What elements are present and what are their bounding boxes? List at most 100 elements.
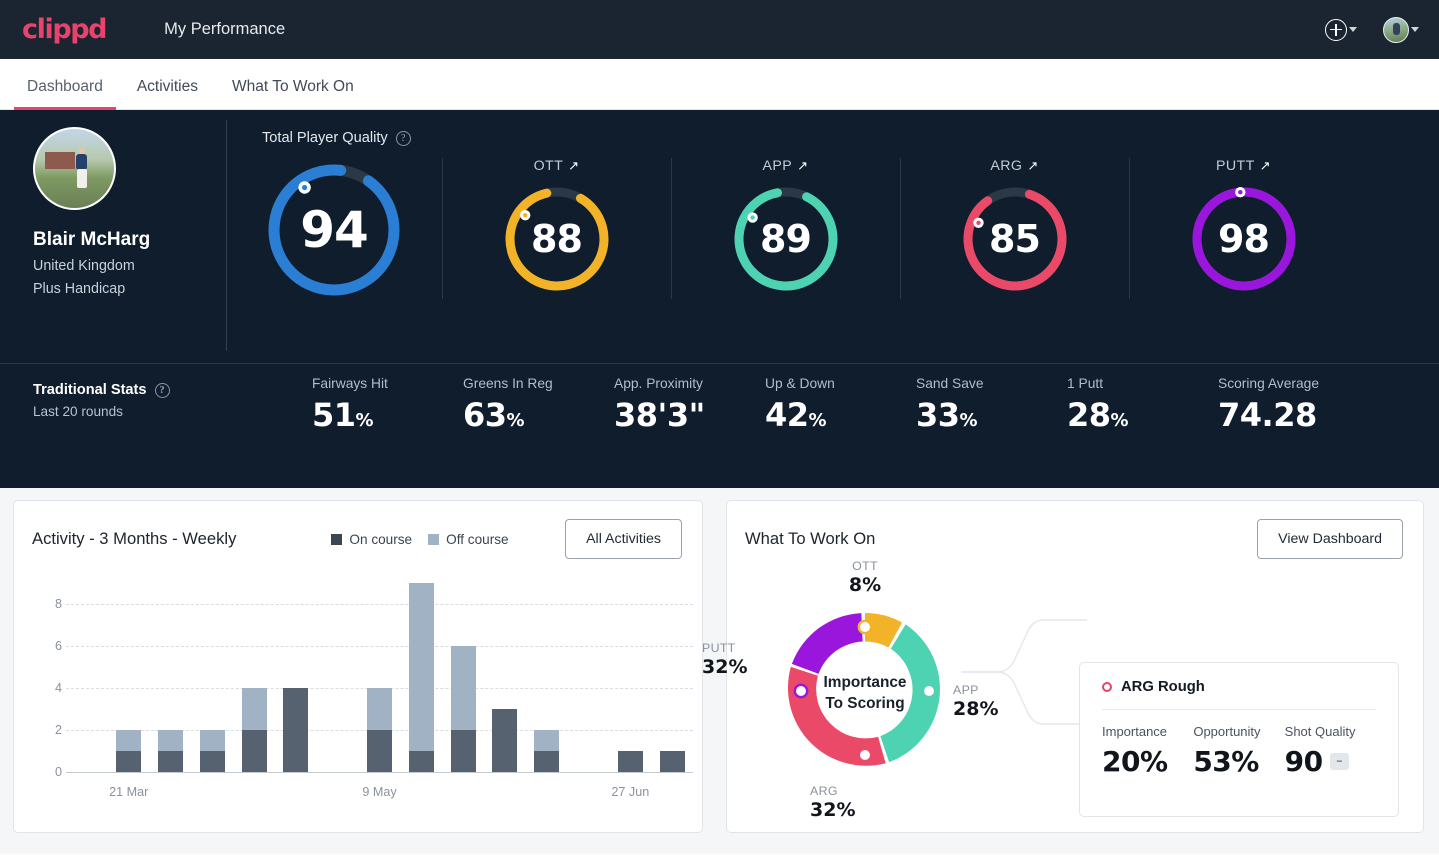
stat-app-proximity: App. Proximity 38'3" [614, 376, 765, 434]
chart-bar-stack[interactable] [366, 583, 392, 772]
bar-segment-off-course[interactable] [116, 730, 142, 751]
chart-bar-slot[interactable] [359, 583, 401, 772]
main-tabs: Dashboard Activities What To Work On [0, 59, 1439, 110]
view-dashboard-button[interactable]: View Dashboard [1257, 519, 1403, 559]
bar-segment-on-course[interactable] [450, 730, 476, 772]
chart-bar-slot[interactable] [484, 583, 526, 772]
legend-off-course: Off course [428, 532, 509, 547]
chart-bar-stack[interactable] [116, 583, 142, 772]
tab-dashboard[interactable]: Dashboard [10, 78, 120, 110]
bar-segment-off-course[interactable] [450, 646, 476, 730]
bar-segment-on-course[interactable] [116, 751, 142, 772]
gauge-ott[interactable]: OTT ↗ 88 [442, 154, 671, 299]
bar-segment-on-course[interactable] [659, 751, 685, 772]
account-menu[interactable] [1383, 16, 1419, 43]
stat-number: 74.28 [1218, 396, 1317, 434]
chart-bar-slot[interactable] [442, 583, 484, 772]
gauge-putt[interactable]: PUTT ↗ 98 [1129, 154, 1358, 299]
chart-bar-stack[interactable] [534, 583, 560, 772]
importance-donut[interactable]: Importance To Scoring OTT 8% APP 28% ARG… [702, 559, 998, 821]
wtwo-card-title: What To Work On [745, 529, 876, 548]
gauge-value-putt: 98 [1218, 217, 1270, 261]
chart-bar-slot[interactable] [651, 583, 693, 772]
y-axis-tick: 4 [54, 681, 62, 695]
tab-what-to-work-on[interactable]: What To Work On [215, 78, 371, 109]
plus-circle-icon[interactable] [1325, 18, 1347, 41]
player-name: Blair McHarg [33, 229, 151, 250]
chart-bar-slot[interactable] [526, 583, 568, 772]
bar-segment-off-course[interactable] [157, 730, 183, 751]
chart-bar-stack[interactable] [576, 583, 601, 772]
activity-card-title: Activity - 3 Months - Weekly [32, 529, 237, 548]
bar-segment-on-course[interactable] [617, 751, 643, 772]
gauge-ring-total: 94 [262, 158, 406, 302]
chart-bar-slot[interactable] [233, 583, 275, 772]
gauge-label-putt: PUTT ↗ [1216, 158, 1271, 174]
x-axis-tick: 27 Jun [611, 785, 650, 799]
chart-bar-slot[interactable] [609, 583, 651, 772]
chart-bar-stack[interactable] [617, 583, 643, 772]
add-menu[interactable] [1325, 18, 1357, 41]
stat-value: 42% [765, 396, 916, 434]
gauge-total-player-quality[interactable]: 94 [226, 154, 442, 302]
gauge-ring-arg: 85 [959, 183, 1071, 295]
profile-photo[interactable] [33, 127, 116, 210]
bar-segment-off-course[interactable] [199, 730, 225, 751]
stat-label: Fairways Hit [312, 376, 388, 391]
chart-bar-slot[interactable] [66, 583, 108, 772]
stat-label: Sand Save [916, 376, 984, 391]
app-logo[interactable]: clippd [22, 14, 108, 45]
chart-bar-slot[interactable] [400, 583, 442, 772]
chart-bar-stack[interactable] [283, 583, 309, 772]
tab-activities[interactable]: Activities [120, 78, 215, 109]
bar-segment-on-course[interactable] [366, 730, 392, 772]
bar-segment-on-course[interactable] [534, 751, 560, 772]
chart-bar-slot[interactable] [568, 583, 610, 772]
player-handicap: Plus Handicap [33, 281, 126, 297]
bar-segment-off-course[interactable] [408, 583, 434, 751]
detail-card-arg-rough[interactable]: ARG Rough Importance 20% Opportunity 53%… [1079, 662, 1399, 817]
chart-bar-stack[interactable] [241, 583, 267, 772]
user-avatar-icon[interactable] [1383, 16, 1409, 43]
chart-bar-stack[interactable] [199, 583, 225, 772]
gauge-arg[interactable]: ARG ↗ 85 [900, 154, 1129, 299]
performance-hero: Blair McHarg United Kingdom Plus Handica… [0, 110, 1439, 488]
gauge-ring-ott: 88 [501, 183, 613, 295]
chart-bar-slot[interactable] [108, 583, 150, 772]
stat-sand-save: Sand Save 33% [916, 376, 1067, 434]
chart-bar-stack[interactable] [325, 583, 350, 772]
help-circle-icon[interactable]: ? [395, 130, 411, 146]
chart-bar-slot[interactable] [191, 583, 233, 772]
chart-bar-stack[interactable] [408, 583, 434, 772]
bar-segment-off-course[interactable] [366, 688, 392, 730]
bar-segment-on-course[interactable] [199, 751, 225, 772]
chart-bar-stack[interactable] [492, 583, 518, 772]
help-circle-icon[interactable]: ? [154, 382, 170, 398]
bar-segment-on-course[interactable] [241, 730, 267, 772]
bar-segment-off-course[interactable] [534, 730, 560, 751]
circle-outline-icon [1102, 682, 1112, 692]
chart-bar-slot[interactable] [150, 583, 192, 772]
chart-bar-stack[interactable] [74, 583, 99, 772]
chart-bar-slot[interactable] [317, 583, 359, 772]
chevron-down-icon[interactable] [1411, 27, 1419, 32]
chart-bar-stack[interactable] [157, 583, 183, 772]
chevron-down-icon[interactable] [1349, 27, 1357, 32]
chart-bar-stack[interactable] [659, 583, 685, 772]
chart-bar-slot[interactable] [275, 583, 317, 772]
top-navigation-bar: clippd My Performance [0, 0, 1439, 59]
traditional-stats-subtitle: Last 20 rounds [33, 404, 123, 419]
stat-value: 63% [463, 396, 614, 434]
trend-up-icon: ↗ [1027, 158, 1039, 173]
bar-segment-on-course[interactable] [157, 751, 183, 772]
all-activities-button[interactable]: All Activities [565, 519, 682, 559]
chart-bar-stack[interactable] [450, 583, 476, 772]
bar-segment-on-course[interactable] [492, 709, 518, 772]
quality-section: Total Player Quality ? 94 OTT ↗ 88 APP ↗… [226, 110, 1439, 363]
bar-segment-off-course[interactable] [241, 688, 267, 730]
bar-segment-on-course[interactable] [408, 751, 434, 772]
gauge-app[interactable]: APP ↗ 89 [671, 154, 900, 299]
bar-segment-on-course[interactable] [283, 688, 309, 772]
x-axis-tick: 21 Mar [109, 785, 149, 799]
stat-unit: % [1110, 410, 1129, 431]
